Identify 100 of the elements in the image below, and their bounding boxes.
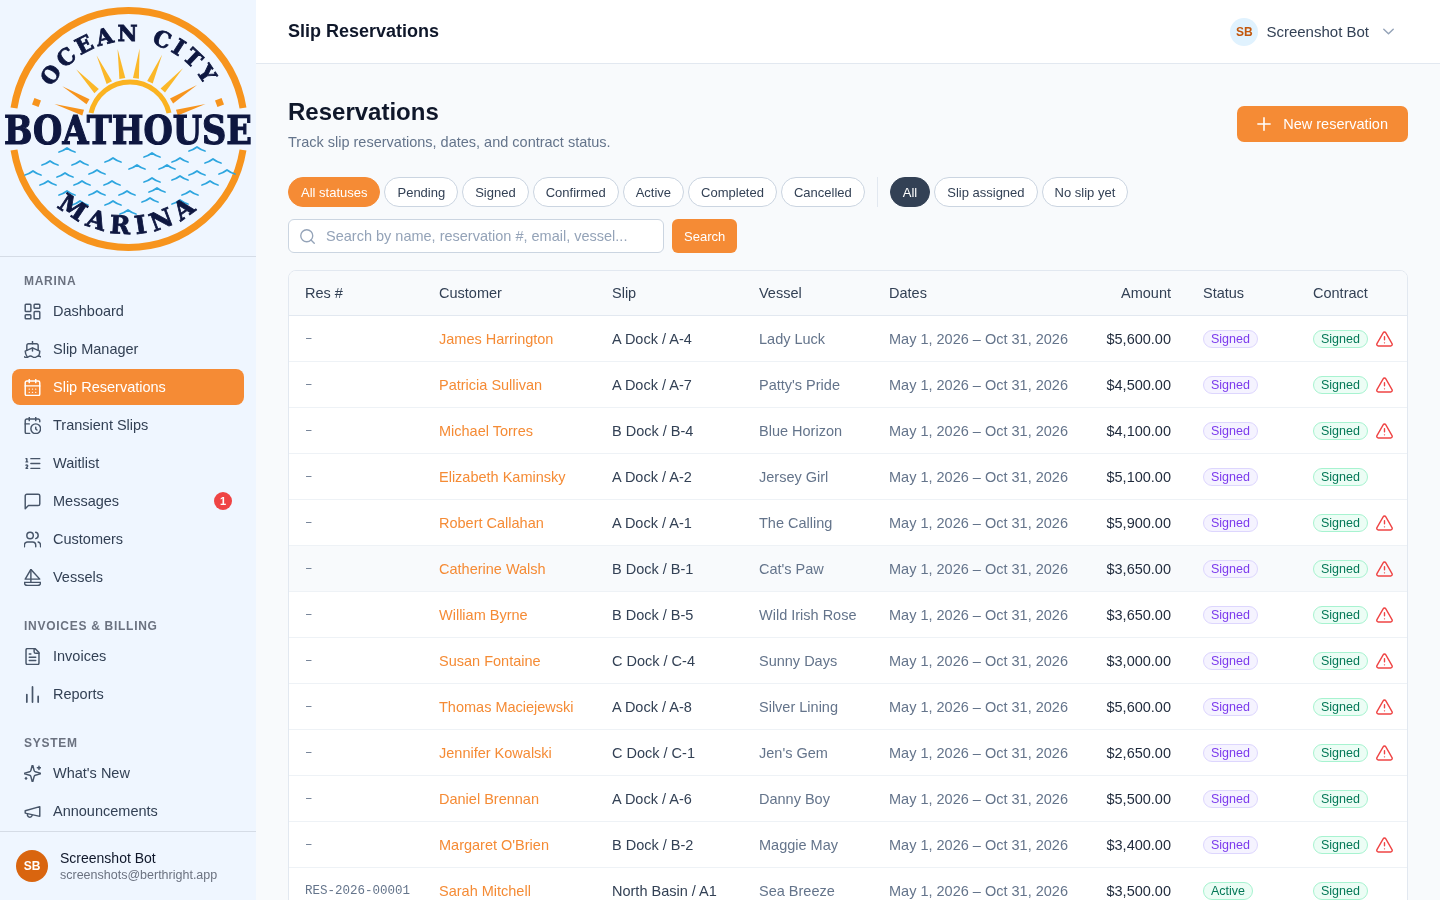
nav-link[interactable]: Customers	[12, 521, 244, 557]
reservation-number: –	[305, 377, 313, 392]
vessel-name: The Calling	[759, 514, 833, 531]
nav-link[interactable]: Dashboard	[12, 293, 244, 329]
contract-badge: Signed	[1313, 329, 1368, 348]
contract-badge: Signed	[1313, 605, 1368, 624]
filter-chip[interactable]: Cancelled	[780, 177, 865, 207]
notification-count-badge: 1	[214, 492, 232, 510]
amount-text: $5,500.00	[1106, 790, 1171, 807]
slip-location: B Dock / B-5	[612, 606, 694, 623]
date-range: May 1, 2026 – Oct 31, 2026	[889, 882, 1068, 899]
reservation-number: –	[305, 653, 313, 668]
search-icon	[300, 229, 315, 244]
vessel-name: Danny Boy	[759, 790, 830, 807]
filter-chip[interactable]: Signed	[462, 177, 529, 207]
column-header: Slip	[612, 285, 637, 301]
slip-location: A Dock / A-4	[612, 330, 692, 347]
nav-link[interactable]: Messages 1	[12, 483, 244, 519]
filter-chip[interactable]: No slip yet	[1041, 177, 1129, 207]
column-header: Customer	[439, 285, 502, 301]
date-range: May 1, 2026 – Oct 31, 2026	[889, 330, 1068, 347]
page-description: Track slip reservations, dates, and contract status.	[288, 133, 611, 152]
vessel-name: Blue Horizon	[759, 422, 842, 439]
vessel-name: Patty's Pride	[759, 376, 840, 393]
nav-link[interactable]: What's New	[12, 755, 244, 791]
amount-text: $4,500.00	[1106, 376, 1171, 393]
reservation-number: –	[305, 791, 313, 806]
amount-text: $3,400.00	[1106, 836, 1171, 853]
slip-location: A Dock / A-7	[612, 376, 692, 393]
nav-link[interactable]: Reports	[12, 676, 244, 712]
status-badge: Signed	[1203, 697, 1258, 716]
nav-link[interactable]: Vessels	[12, 559, 244, 595]
column-header: Status	[1203, 285, 1245, 301]
document-icon	[24, 647, 41, 665]
status-badge: Signed	[1203, 421, 1258, 440]
column-header: Contract	[1313, 285, 1368, 301]
user-avatar: SB	[1230, 17, 1259, 46]
nav-link[interactable]: Transient Slips	[12, 407, 244, 443]
date-range: May 1, 2026 – Oct 31, 2026	[889, 836, 1068, 853]
vessel-name: Sunny Days	[759, 652, 838, 669]
filter-chip[interactable]: Confirmed	[532, 177, 619, 207]
date-range: May 1, 2026 – Oct 31, 2026	[889, 468, 1068, 485]
date-range: May 1, 2026 – Oct 31, 2026	[889, 606, 1068, 623]
filter-chip[interactable]: Pending	[384, 177, 459, 207]
nav-link[interactable]: Invoices	[12, 638, 244, 674]
contract-badge: Signed	[1313, 789, 1368, 808]
reservation-number: –	[305, 515, 313, 530]
vessel-name: Jersey Girl	[759, 468, 829, 485]
column-header: Dates	[889, 285, 927, 301]
contract-badge: Signed	[1313, 651, 1368, 670]
date-range: May 1, 2026 – Oct 31, 2026	[889, 514, 1068, 531]
status-badge: Signed	[1203, 605, 1258, 624]
amount-text: $3,650.00	[1106, 606, 1171, 623]
status-badge: Signed	[1203, 559, 1258, 578]
date-range: May 1, 2026 – Oct 31, 2026	[889, 790, 1068, 807]
people-icon	[24, 530, 41, 548]
date-range: May 1, 2026 – Oct 31, 2026	[889, 698, 1068, 715]
slip-location: C Dock / C-4	[612, 652, 695, 669]
filter-chip[interactable]: Active	[622, 177, 685, 207]
vessel-name: Lady Luck	[759, 330, 826, 347]
user-menu-button[interactable]: SB Screenshot Bot	[1224, 13, 1400, 50]
amount-text: $5,900.00	[1106, 514, 1171, 531]
user-name: Screenshot Bot	[60, 850, 157, 866]
amount-text: $2,650.00	[1106, 744, 1171, 761]
date-range: May 1, 2026 – Oct 31, 2026	[889, 560, 1068, 577]
sparkle-icon	[24, 764, 41, 782]
status-badge: Signed	[1203, 651, 1258, 670]
contract-badge: Signed	[1313, 697, 1368, 716]
date-range: May 1, 2026 – Oct 31, 2026	[889, 744, 1068, 761]
reservation-number: –	[305, 837, 313, 852]
contract-badge: Signed	[1313, 881, 1368, 900]
contract-badge: Signed	[1313, 743, 1368, 762]
user-email: screenshots@berthright.app	[60, 868, 218, 882]
nav-link[interactable]: Slip Manager	[12, 331, 244, 367]
nav-link[interactable]: Waitlist	[12, 445, 244, 481]
vessel-name: Sea Breeze	[759, 882, 835, 899]
calendar-clock-icon	[24, 416, 41, 434]
bar-chart-icon	[24, 685, 41, 703]
calendar-icon	[24, 378, 41, 396]
chevron-down-icon	[1383, 28, 1394, 35]
filter-chip[interactable]: Slip assigned	[934, 177, 1038, 207]
reservation-number: –	[305, 423, 313, 438]
contract-badge: Signed	[1313, 375, 1368, 394]
search-field[interactable]: Search by name, reservation #, email, vessel...	[288, 219, 664, 253]
status-badge: Active	[1203, 881, 1254, 900]
status-badge: Signed	[1203, 743, 1258, 762]
slip-location: A Dock / A-1	[612, 514, 692, 531]
column-header: Amount	[1121, 285, 1171, 301]
slip-location: B Dock / B-1	[612, 560, 694, 577]
ship-icon	[24, 340, 41, 358]
status-badge: Signed	[1203, 467, 1258, 486]
filter-chip[interactable]: Completed	[688, 177, 777, 207]
filter-chip[interactable]: All	[889, 177, 931, 207]
slip-location: A Dock / A-2	[612, 468, 692, 485]
nav-link[interactable]: Announcements	[12, 793, 244, 829]
slip-location: A Dock / A-6	[612, 790, 692, 807]
reservation-number: –	[305, 561, 313, 576]
slip-location: B Dock / B-4	[612, 422, 694, 439]
contract-badge: Signed	[1313, 835, 1368, 854]
status-badge: Signed	[1203, 329, 1258, 348]
